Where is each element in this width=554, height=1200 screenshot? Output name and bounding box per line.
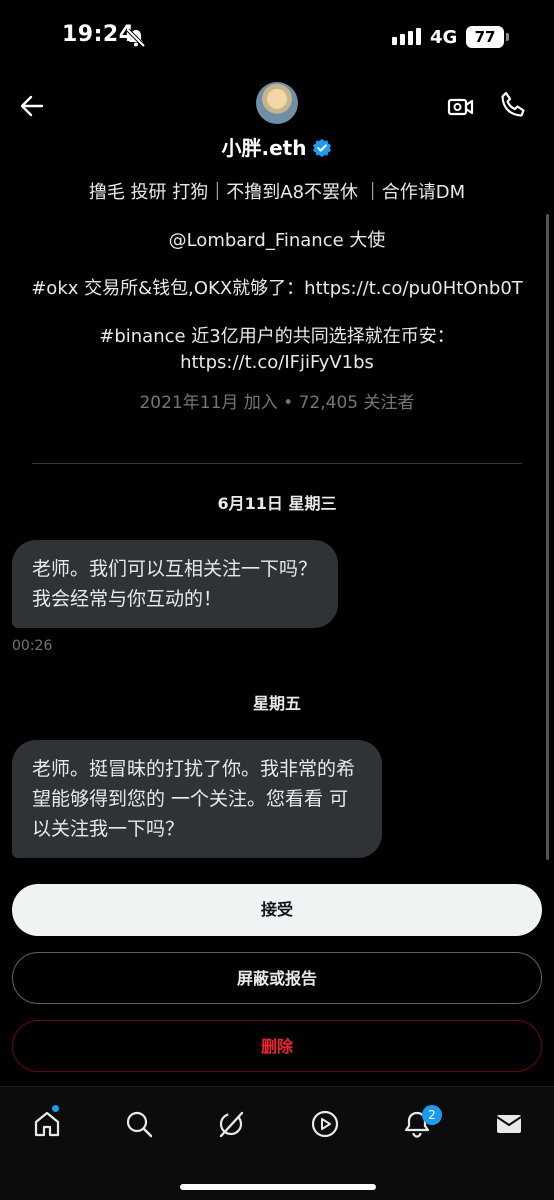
message-bubble[interactable]: 老师。我们可以互相关注一下吗？ 我会经常与你互动的！ [12,540,338,628]
date-separator: 星期五 [252,694,301,713]
arrow-left-icon [20,95,44,117]
bio-line[interactable]: @Lombard_Finance 大使 [20,228,534,254]
home-notification-dot [52,1105,59,1112]
video-call-button[interactable] [446,92,476,126]
divider [32,463,522,464]
search-icon[interactable] [124,1109,154,1139]
video-camera-icon [447,98,474,116]
bell-off-icon [126,28,146,52]
grok-icon[interactable] [216,1109,246,1139]
date-separator: 6月11日 星期三 [217,494,337,513]
network-type: 4G [430,27,458,48]
display-name: 小胖.eth [221,136,307,160]
home-icon[interactable] [32,1109,62,1139]
back-button[interactable] [18,92,48,122]
bio-line[interactable]: #binance 近3亿用户的共同选择就在币安：https://t.co/IFj… [20,324,534,376]
home-indicator [180,1184,376,1190]
voice-call-button[interactable] [498,90,528,124]
notifications-badge: 2 [422,1105,442,1125]
block-report-button[interactable]: 屏蔽或报告 [12,952,542,1004]
message-bubble[interactable]: 老师。挺冒昧的打扰了你。我非常的希望能够得到您的 一个关注。您看看 可以关注我一… [12,740,382,858]
delete-button[interactable]: 删除 [12,1020,542,1072]
status-bar: 19:24 4G 77 [0,0,554,72]
accept-button[interactable]: 接受 [12,884,542,936]
phone-icon [501,91,525,117]
video-icon[interactable] [310,1109,340,1139]
scrollbar[interactable] [546,214,549,860]
verified-badge-icon [312,138,332,163]
messages-icon[interactable] [494,1109,524,1139]
bio-line: 撸毛 投研 打狗｜不撸到A8不罢休 ｜合作请DM [88,182,466,203]
profile-meta: 2021年11月 加入 • 72,405 关注者 [139,393,415,413]
profile-bio: 撸毛 投研 打狗｜不撸到A8不罢休 ｜合作请DM @Lombard_Financ… [20,180,534,416]
battery-icon: 77 [466,26,509,48]
bottom-nav: 2 [0,1086,554,1200]
signal-icon [392,28,421,45]
message-timestamp: 00:26 [12,638,53,654]
header-name-row[interactable]: 小胖.eth [0,132,554,163]
status-time: 19:24 [62,22,135,47]
bio-line[interactable]: #okx 交易所&钱包,OKX就够了：https://t.co/pu0HtOnb… [20,276,534,302]
conversation-header: 小胖.eth [0,72,554,172]
avatar[interactable] [256,82,298,124]
